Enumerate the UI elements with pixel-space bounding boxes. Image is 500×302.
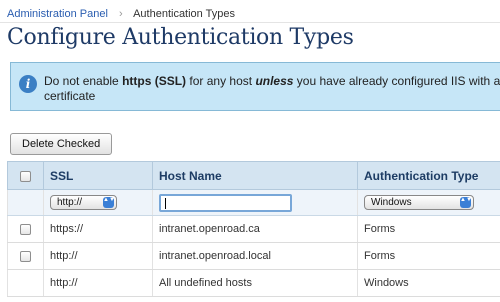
table-row: http:// intranet.openroad.local Forms bbox=[7, 242, 500, 270]
select-arrows-icon: ▲▼ bbox=[103, 197, 115, 208]
select-arrows-icon: ▲▼ bbox=[460, 197, 472, 208]
column-header-authentication-type[interactable]: Authentication Type bbox=[357, 161, 500, 190]
breadcrumb: Administration Panel › Authentication Ty… bbox=[7, 8, 235, 20]
new-entry-host-cell bbox=[152, 189, 358, 216]
row-checkbox-cell bbox=[7, 215, 44, 243]
notice-text-line2: certificate bbox=[44, 89, 96, 103]
page-title: Configure Authentication Types bbox=[7, 25, 354, 50]
row-checkbox-cell bbox=[7, 269, 44, 297]
select-all-header bbox=[7, 161, 44, 190]
row-host-name: intranet.openroad.local bbox=[152, 242, 358, 270]
row-host-name: All undefined hosts bbox=[152, 269, 358, 297]
auth-select-value: Windows bbox=[371, 197, 412, 208]
text-caret bbox=[165, 197, 166, 209]
ssl-select-value: http:// bbox=[57, 197, 83, 208]
notice-text-middle: for any host bbox=[186, 74, 256, 88]
row-auth-type: Forms bbox=[357, 215, 500, 243]
breadcrumb-current: Authentication Types bbox=[133, 8, 235, 20]
row-checkbox-cell bbox=[7, 242, 44, 270]
notice-text-before: Do not enable bbox=[44, 74, 123, 88]
ssl-warning-notice: i Do not enable https (SSL) for any host… bbox=[10, 62, 500, 111]
breadcrumb-divider bbox=[0, 22, 500, 23]
new-entry-empty-cell bbox=[7, 189, 44, 216]
column-header-host-name[interactable]: Host Name bbox=[152, 161, 358, 190]
new-entry-auth-cell: Windows ▲▼ bbox=[357, 189, 500, 216]
row-auth-type: Windows bbox=[357, 269, 500, 297]
new-entry-row: http:// ▲▼ Windows ▲▼ bbox=[7, 189, 500, 216]
ssl-select[interactable]: http:// ▲▼ bbox=[50, 195, 117, 210]
table-row: http:// All undefined hosts Windows bbox=[7, 269, 500, 297]
host-name-input[interactable] bbox=[159, 193, 292, 212]
column-header-ssl[interactable]: SSL bbox=[43, 161, 153, 190]
notice-text-unless: unless bbox=[255, 74, 294, 88]
notice-text: Do not enable https (SSL) for any host u… bbox=[44, 74, 500, 104]
authentication-types-table: SSL Host Name Authentication Type http:/… bbox=[7, 161, 500, 297]
row-checkbox[interactable] bbox=[20, 223, 31, 235]
row-auth-type: Forms bbox=[357, 242, 500, 270]
row-ssl: https:// bbox=[43, 215, 153, 243]
breadcrumb-separator: › bbox=[118, 8, 123, 20]
table-row: https:// intranet.openroad.ca Forms bbox=[7, 215, 500, 243]
row-ssl: http:// bbox=[43, 242, 153, 270]
table-header-row: SSL Host Name Authentication Type bbox=[7, 161, 500, 190]
select-all-checkbox[interactable] bbox=[20, 170, 31, 182]
row-host-name: intranet.openroad.ca bbox=[152, 215, 358, 243]
row-ssl: http:// bbox=[43, 269, 153, 297]
notice-text-after: you have already configured IIS with a bbox=[293, 74, 500, 88]
delete-checked-button[interactable]: Delete Checked bbox=[10, 133, 113, 155]
new-entry-ssl-cell: http:// ▲▼ bbox=[43, 189, 153, 216]
info-icon: i bbox=[19, 75, 37, 93]
row-checkbox[interactable] bbox=[20, 250, 31, 262]
breadcrumb-link-administration-panel[interactable]: Administration Panel bbox=[7, 8, 108, 20]
notice-text-ssl: https (SSL) bbox=[122, 74, 187, 88]
authentication-type-select[interactable]: Windows ▲▼ bbox=[364, 195, 474, 210]
